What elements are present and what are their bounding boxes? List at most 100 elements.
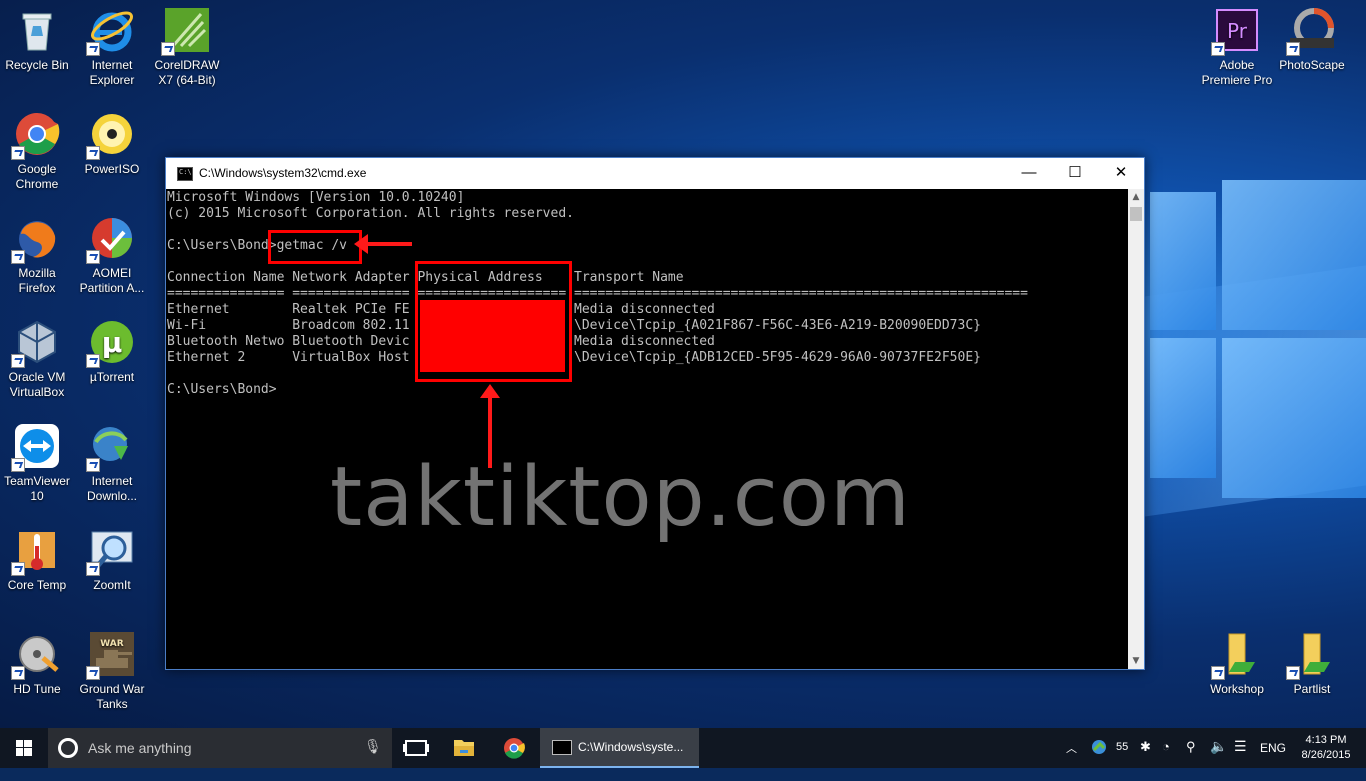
desktop-icon-aomei[interactable]: AOMEI Partition A... [75,214,149,296]
cmd-taskbar-label: C:\Windows\syste... [578,740,684,754]
icon-label: Core Temp [7,578,67,592]
icon-label: Ground War Tanks [79,682,145,711]
recycle-bin-icon [13,6,61,54]
clock-time: 4:13 PM [1305,734,1347,746]
desktop-icon-virtualbox[interactable]: Oracle VM VirtualBox [0,318,74,400]
scroll-up-icon[interactable]: ▲ [1128,189,1144,205]
language-indicator[interactable]: ENG [1260,741,1286,781]
bluetooth-icon[interactable]: ✱ [1140,739,1151,779]
svg-text:µ: µ [102,326,123,359]
cortana-search-box[interactable]: Ask me anything 🎙 [48,728,392,768]
icon-label: AOMEI Partition A... [79,266,145,295]
file-explorer-button[interactable] [440,728,488,768]
cmd-icon: C:\ [177,167,193,181]
photoscape-icon [1286,6,1336,56]
icon-label: ZoomIt [93,578,131,592]
desktop-icon-idm[interactable]: Internet Downlo... [75,422,149,504]
console-line: Microsoft Windows [Version 10.0.10240] [167,190,465,205]
console-line: Wi-Fi Broadcom 802.11 \Device\Tcpip_{A02… [167,318,981,333]
poweriso-icon [86,110,136,160]
task-view-icon [403,740,429,756]
desktop-icon-photoscape[interactable]: PhotoScape [1275,6,1349,73]
chrome-icon [11,110,61,160]
icon-label: PhotoScape [1279,58,1345,72]
icon-label: Mozilla Firefox [18,266,56,295]
clock[interactable]: 4:13 PM 8/26/2015 [1296,733,1356,773]
zoomit-icon [86,526,136,576]
start-button[interactable] [0,728,48,768]
aomei-icon [86,214,136,264]
watermark: taktiktop.com [330,450,911,545]
folder-icon [1211,630,1261,680]
cmd-titlebar[interactable]: C:\ C:\Windows\system32\cmd.exe — ☐ ✕ [166,158,1144,189]
cmd-taskbar-button[interactable]: C:\Windows\syste... [540,728,699,768]
desktop-icon-utorrent[interactable]: µ µTorrent [75,318,149,385]
icon-label: Oracle VM VirtualBox [8,370,66,399]
chrome-taskbar-button[interactable] [490,728,538,768]
show-hidden-icons-button[interactable]: ︿ [1066,740,1086,780]
console-line: (c) 2015 Microsoft Corporation. All righ… [167,206,574,221]
volume-icon[interactable]: 🔈 [1210,738,1227,778]
cmd-title: C:\Windows\system32\cmd.exe [199,166,367,180]
scroll-thumb[interactable] [1130,207,1142,221]
firefox-icon [11,214,61,264]
desktop-icon-coreldraw[interactable]: CorelDRAW X7 (64-Bit) [150,6,224,88]
svg-text:WAR: WAR [100,639,123,649]
arrow-left-icon [354,234,412,254]
close-button[interactable]: ✕ [1098,158,1144,189]
icon-label: Partlist [1293,682,1331,696]
desktop-icon-poweriso[interactable]: PowerISO [75,110,149,177]
windows-start-icon [16,740,32,756]
desktop-icon-chrome[interactable]: Google Chrome [0,110,74,192]
task-view-button[interactable] [392,728,440,768]
desktop-icon-workshop[interactable]: Workshop [1200,630,1274,697]
cortana-icon [58,738,78,758]
icon-label: PowerISO [84,162,140,176]
action-center-icon[interactable]: ☰ [1234,738,1247,778]
command-highlight-box [268,230,362,264]
desktop-icon-teamviewer[interactable]: TeamViewer 10 [0,422,74,504]
teamviewer-icon [11,422,61,472]
virtualbox-icon [11,318,61,368]
physical-address-highlight-box [415,261,572,382]
icon-label: TeamViewer 10 [4,474,70,503]
desktop-icon-zoomit[interactable]: ZoomIt [75,526,149,593]
coreldraw-icon [161,6,211,56]
desktop-icon-firefox[interactable]: Mozilla Firefox [0,214,74,296]
premiere-icon: Pr [1211,6,1261,56]
desktop-icon-ground-war[interactable]: WAR Ground War Tanks [75,630,149,712]
cmd-icon [552,740,572,755]
vertical-scrollbar[interactable]: ▲ ▼ [1128,189,1144,669]
core-temp-icon [11,526,61,576]
network-globe-icon[interactable] [1090,738,1108,778]
clock-date: 8/26/2015 [1301,749,1351,761]
utorrent-icon: µ [86,318,136,368]
search-placeholder: Ask me anything [88,740,192,756]
desktop-icon-partlist[interactable]: Partlist [1275,630,1349,697]
console-line: =============== =============== ========… [167,286,1028,301]
desktop-icon-recycle-bin[interactable]: Recycle Bin [0,6,74,73]
icon-label: µTorrent [89,370,135,384]
file-explorer-icon [454,740,474,756]
console-line: Ethernet 2 VirtualBox Host \Device\Tcpip… [167,350,981,365]
scroll-down-icon[interactable]: ▼ [1128,653,1144,669]
desktop-icon-internet-explorer[interactable]: Internet Explorer [75,6,149,88]
maximize-button[interactable]: ☐ [1052,158,1098,189]
icon-label: Google Chrome [15,162,59,191]
network-count: 55 [1116,741,1129,753]
wifi-icon[interactable]: ◔ [1162,739,1170,779]
desktop-icon-core-temp[interactable]: Core Temp [0,526,74,593]
icon-label: Recycle Bin [5,58,69,72]
folder-icon [1286,630,1336,680]
desktop-icon-hd-tune[interactable]: HD Tune [0,630,74,697]
minimize-button[interactable]: — [1006,158,1052,189]
icon-label: Internet Downlo... [86,474,138,503]
taskbar: Ask me anything 🎙 C:\Windows\syste... ︿ … [0,728,1366,768]
icon-label: Workshop [1210,682,1264,696]
windows-logo-wallpaper [1140,140,1366,640]
idm-icon [86,422,136,472]
internet-explorer-icon [86,6,136,56]
microphone-icon[interactable]: 🎙 [364,739,382,755]
desktop-icon-premiere[interactable]: Pr Adobe Premiere Pro [1200,6,1274,88]
connection-icon[interactable]: ⚲ [1186,739,1196,779]
